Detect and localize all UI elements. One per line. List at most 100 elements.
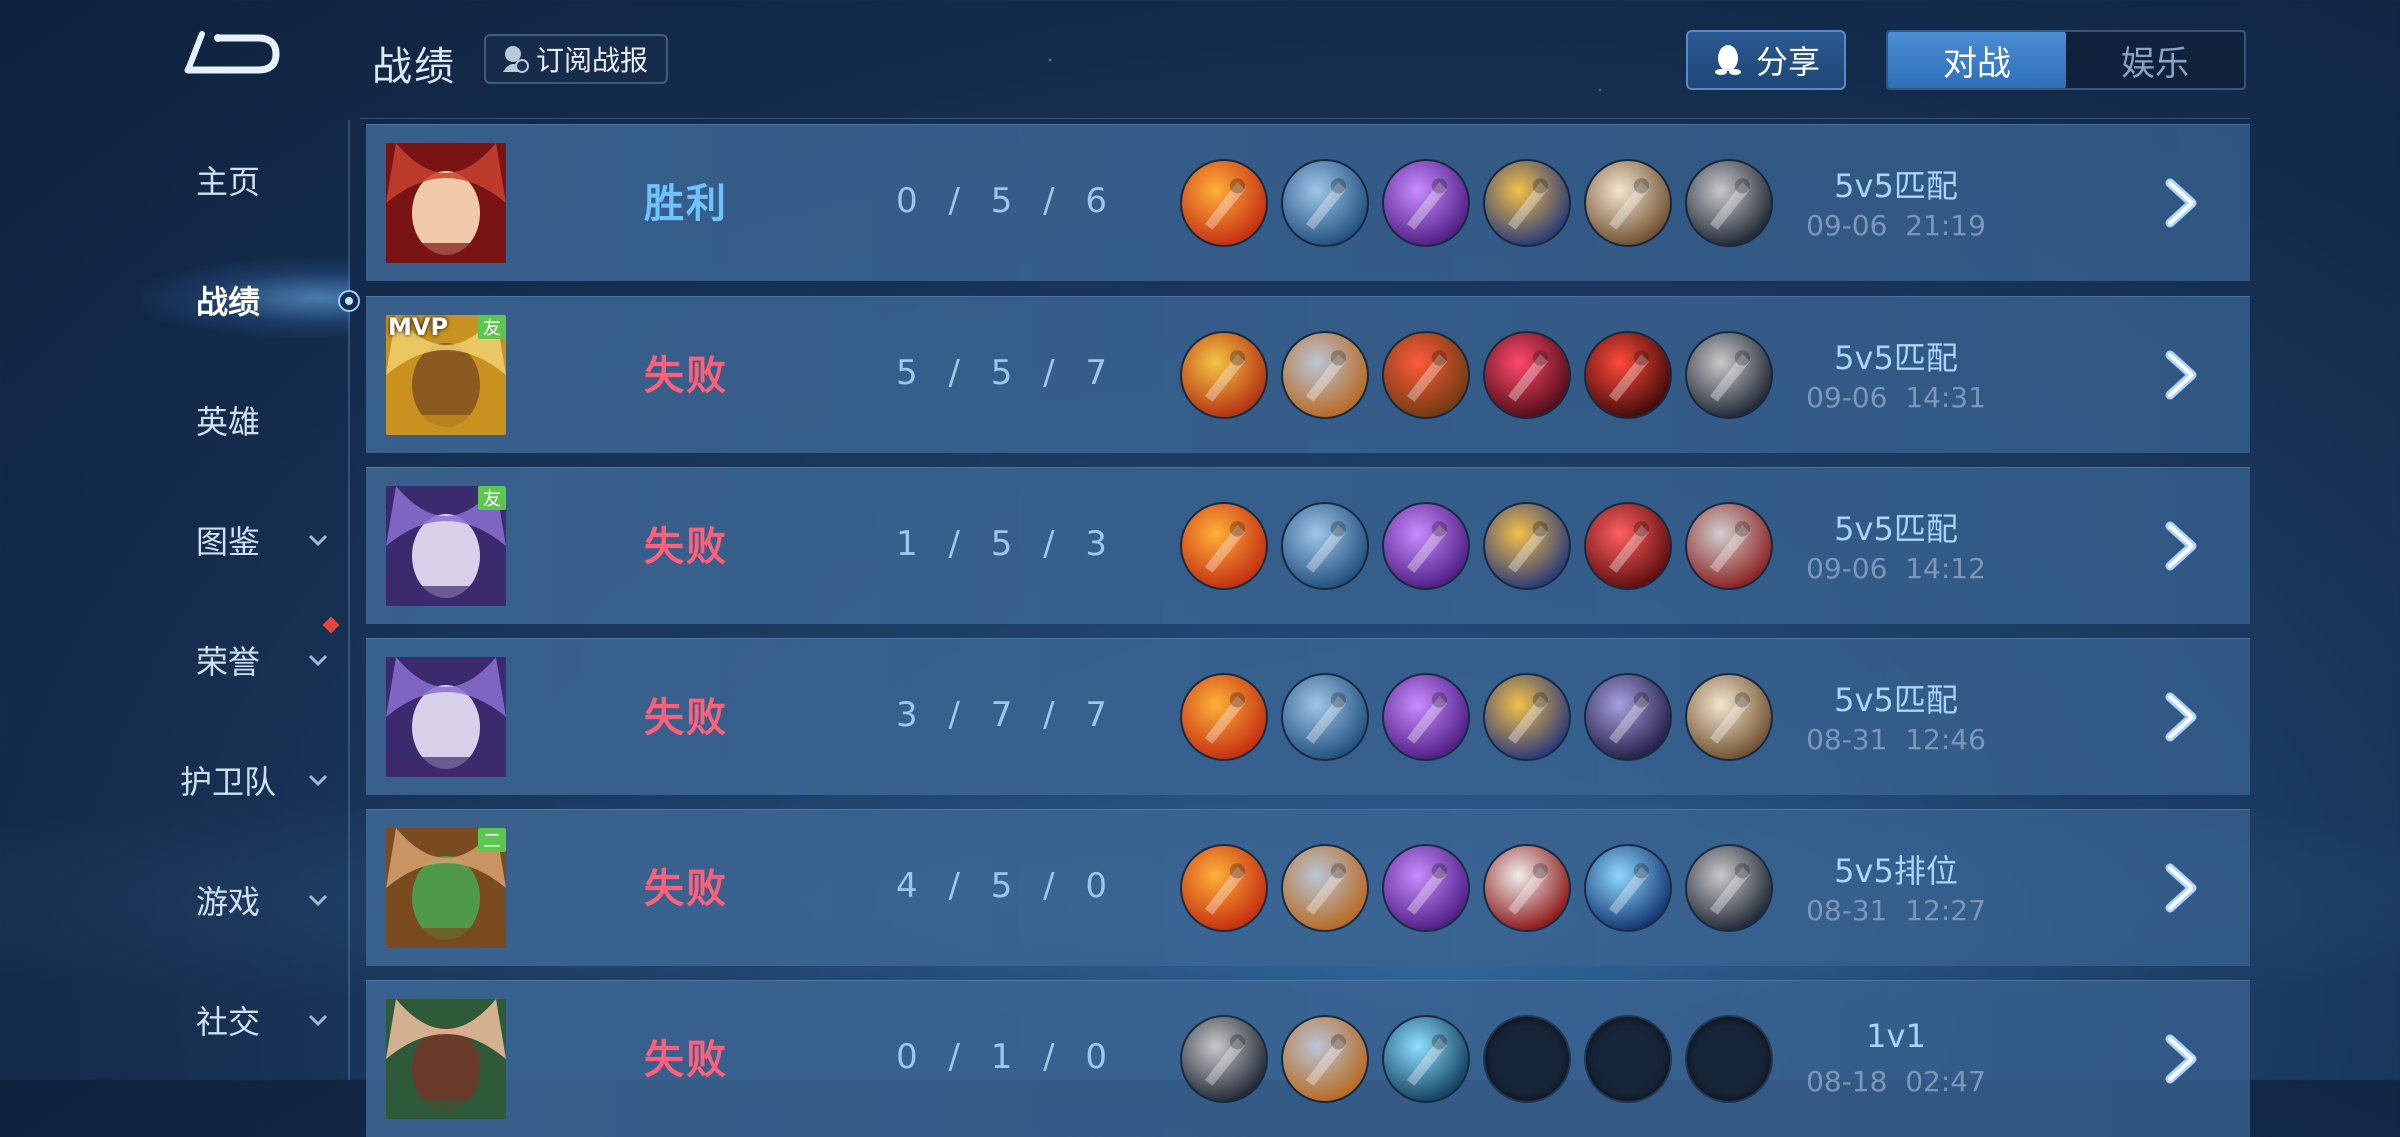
kda-score: 1 / 5 / 3 [896, 524, 1112, 564]
chevron-right-icon[interactable] [2156, 691, 2206, 743]
chevron-down-icon [308, 1014, 328, 1027]
match-result: 胜利 [644, 181, 728, 227]
frost-boots-icon [1281, 673, 1369, 761]
boots-flame-icon [1180, 673, 1268, 761]
back-arrow-icon[interactable] [180, 30, 280, 82]
sidebar-item-games[interactable]: 游戏 [0, 870, 340, 930]
sidebar-item-label: 图鉴 [195, 523, 260, 561]
trident-icon [1685, 844, 1773, 932]
frost-boots-icon [1281, 502, 1369, 590]
armored-boots-icon [1281, 331, 1369, 419]
boots-flame-icon [1180, 844, 1268, 932]
trident-icon [1180, 1015, 1268, 1103]
hero-avatar [386, 657, 506, 777]
chevron-right-icon[interactable] [2156, 1033, 2206, 1085]
match-row[interactable]: 失败 3 / 7 / 7 5v5匹配 08-31 12:46 [366, 638, 2250, 795]
sidebar-item-home[interactable]: 主页 [0, 150, 340, 210]
chevron-right-icon[interactable] [2156, 349, 2206, 401]
sidebar-item-label: 战绩 [195, 283, 260, 321]
dark-armor-icon [1584, 673, 1672, 761]
subscribe-report-button[interactable]: 订阅战报 [484, 34, 669, 84]
gauntlet-icon [1685, 502, 1773, 590]
armored-boots-icon [1281, 1015, 1369, 1103]
match-row[interactable]: 失败 0 / 1 / 0 1v1 08-18 02:47 [366, 980, 2250, 1137]
chevron-down-icon [308, 774, 328, 787]
kda-score: 5 / 5 / 7 [896, 353, 1112, 393]
empty-equipment-slot [1483, 1015, 1571, 1103]
header-divider [360, 118, 2250, 119]
sidebar-item-label: 社交 [195, 1003, 260, 1041]
game-mode: 5v5匹配 [1834, 510, 1958, 548]
match-result: 失败 [644, 524, 728, 570]
chevron-right-icon[interactable] [2156, 862, 2206, 914]
sidebar-item-honor[interactable]: 荣誉 [0, 630, 340, 690]
match-result: 失败 [644, 695, 728, 741]
match-time: 09-06 21:19 [1806, 209, 1986, 242]
purple-axe-icon [1382, 502, 1470, 590]
chevron-down-icon [308, 654, 328, 667]
hero-avatar: 友 MVP [386, 315, 506, 435]
boots-flame-icon [1180, 502, 1268, 590]
sidebar-item-guard-team[interactable]: 护卫队 [0, 750, 340, 810]
match-row[interactable]: 二失败 4 / 5 / 0 5v5排位 08-31 12:27 [366, 809, 2250, 966]
sidebar-item-label: 英雄 [195, 403, 260, 441]
gold-star-axe-icon [1483, 159, 1571, 247]
sidebar-item-label: 主页 [195, 163, 260, 201]
sidebar-item-social[interactable]: 社交 [0, 990, 340, 1050]
sidebar-item-records[interactable]: 战绩 [0, 270, 340, 330]
match-time: 08-18 02:47 [1806, 1065, 1986, 1098]
gold-star-axe-icon [1483, 502, 1571, 590]
hero-avatar: 友 [386, 486, 506, 606]
red-blade-icon [1382, 331, 1470, 419]
red-helmet-icon [1584, 331, 1672, 419]
chevron-right-icon[interactable] [2156, 520, 2206, 572]
chevron-down-icon [308, 534, 328, 547]
purple-axe-icon [1382, 159, 1470, 247]
purple-axe-icon [1382, 844, 1470, 932]
potion-bag-icon [1685, 673, 1773, 761]
tab-battle[interactable]: 对战 [1888, 32, 2066, 88]
spiral-rune-icon [1382, 1015, 1470, 1103]
share-label: 分享 [1755, 43, 1820, 81]
chevron-right-icon[interactable] [2156, 177, 2206, 229]
friend-tag: 二 [478, 828, 506, 852]
trident-icon [1685, 159, 1773, 247]
trident-icon [1685, 331, 1773, 419]
page-title: 战绩 [372, 44, 456, 90]
active-indicator-dot [338, 290, 360, 312]
mvp-badge: MVP [388, 315, 449, 341]
sidebar-item-heroes[interactable]: 英雄 [0, 390, 340, 450]
game-mode: 5v5排位 [1834, 852, 1958, 890]
match-time: 08-31 12:27 [1806, 894, 1986, 927]
potion-bag-icon [1584, 159, 1672, 247]
friend-tag: 友 [478, 486, 506, 510]
match-row[interactable]: 友 MVP 失败 5 / 5 / 7 5v5匹配 09-06 14:31 [366, 296, 2250, 453]
silver-claw-icon [1483, 844, 1571, 932]
match-time: 09-06 14:31 [1806, 381, 1986, 414]
match-row[interactable]: 友失败 1 / 5 / 3 5v5匹配 09-06 14:12 [366, 467, 2250, 624]
tab-entertainment[interactable]: 娱乐 [2066, 32, 2244, 88]
share-button[interactable]: 分享 [1686, 30, 1846, 90]
match-result: 失败 [644, 353, 728, 399]
kda-score: 4 / 5 / 0 [896, 866, 1112, 906]
ice-sword-icon [1584, 844, 1672, 932]
gold-star-axe-icon [1483, 673, 1571, 761]
sidebar-item-codex[interactable]: 图鉴 [0, 510, 340, 570]
match-time: 09-06 14:12 [1806, 552, 1986, 585]
demon-mask-icon [1483, 331, 1571, 419]
game-mode: 5v5匹配 [1834, 167, 1958, 205]
sidebar-item-label: 荣誉 [195, 643, 260, 681]
game-mode: 5v5匹配 [1834, 339, 1958, 377]
subscribe-icon [503, 46, 529, 73]
friend-tag: 友 [478, 315, 506, 339]
qq-penguin-icon [1714, 45, 1741, 75]
frost-boots-icon [1281, 159, 1369, 247]
gold-glove-icon [1180, 331, 1268, 419]
empty-equipment-slot [1685, 1015, 1773, 1103]
empty-equipment-slot [1584, 1015, 1672, 1103]
red-orb-icon [1584, 502, 1672, 590]
match-row[interactable]: 胜利 0 / 5 / 6 5v5匹配 09-06 21:19 [366, 124, 2250, 281]
game-mode: 5v5匹配 [1834, 681, 1958, 719]
kda-score: 0 / 5 / 6 [896, 181, 1112, 221]
match-result: 失败 [644, 1037, 728, 1083]
